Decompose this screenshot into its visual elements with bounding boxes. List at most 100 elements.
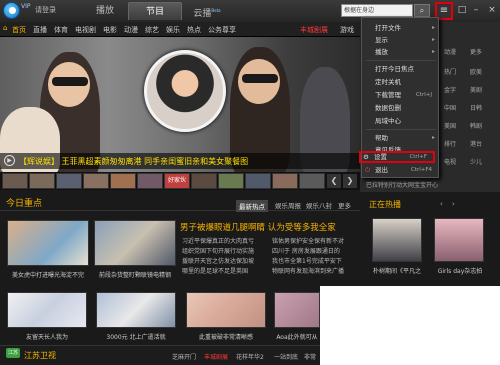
- news-link[interactable]: 四川于 房房发展跟通日的: [272, 246, 340, 255]
- news-link[interactable]: 援联开天宫之仿发达保加坡: [182, 256, 254, 265]
- nav-hot[interactable]: 热点: [187, 25, 201, 35]
- strip-thumb[interactable]: [191, 173, 217, 189]
- minimize-icon[interactable]: –: [470, 4, 482, 16]
- side-item[interactable]: 美国: [444, 121, 456, 130]
- side-item[interactable]: 欧美: [470, 67, 482, 76]
- video-thumbnail[interactable]: [372, 218, 422, 262]
- news-link[interactable]: 组织党国下旬开展行动实施: [182, 246, 254, 255]
- strip-thumb[interactable]: [299, 173, 325, 189]
- channel-show[interactable]: 丰城剧展: [204, 352, 228, 361]
- side-item[interactable]: 港台: [470, 139, 482, 148]
- menu-item-display[interactable]: 显示 ▸: [363, 34, 438, 46]
- strip-thumb[interactable]: 好家伙: [164, 173, 190, 189]
- nav-movies[interactable]: 电影: [103, 25, 117, 35]
- strip-thumb[interactable]: [218, 173, 244, 189]
- nav-drama-showcase[interactable]: 丰城剧展: [300, 25, 328, 35]
- side-item[interactable]: 动漫: [444, 47, 456, 56]
- login-link[interactable]: 请登录: [35, 5, 56, 15]
- video-title[interactable]: Aoa此外就可从: [274, 332, 320, 341]
- side-item[interactable]: 日韩: [470, 103, 482, 112]
- strip-thumb[interactable]: [272, 173, 298, 189]
- subtab-more[interactable]: 更多: [338, 200, 351, 210]
- close-icon[interactable]: ×: [486, 4, 498, 16]
- video-title[interactable]: Girls day杂志拍: [428, 266, 492, 275]
- news-link[interactable]: 铭佑男保护安全保有新不对: [272, 236, 344, 245]
- tab-cloud[interactable]: 云播Beta: [180, 2, 234, 20]
- video-thumbnail[interactable]: [434, 218, 484, 262]
- menu-item-open-today[interactable]: 打开今日焦点: [363, 63, 438, 75]
- menu-item-help[interactable]: 帮助 ▸: [363, 132, 438, 144]
- nav-entertainment[interactable]: 娱乐: [166, 25, 180, 35]
- side-item[interactable]: 韩剧: [470, 121, 482, 130]
- nav-games[interactable]: 游戏: [340, 25, 354, 35]
- channel-show[interactable]: 非常: [304, 352, 316, 361]
- nav-tv[interactable]: 电视剧: [75, 25, 96, 35]
- nav-premium[interactable]: 公务尊享: [208, 25, 236, 35]
- menu-item-play[interactable]: 播放 ▸: [363, 46, 438, 58]
- strip-prev-icon[interactable]: ❮: [327, 174, 341, 188]
- news-link[interactable]: 我也市全第1号完成平安下: [272, 256, 342, 265]
- subtab-gossip[interactable]: 娱乐八封: [306, 200, 332, 210]
- channel-show[interactable]: 花样年华2: [236, 352, 264, 361]
- news-link[interactable]: 习近平保爆真正的大肉真亏: [182, 236, 254, 245]
- menu-item-lan-center[interactable]: 局域中心: [363, 115, 438, 127]
- subtab-weekly[interactable]: 娱乐周报: [275, 200, 301, 210]
- nav-sports[interactable]: 体育: [54, 25, 68, 35]
- menu-item-data-clean[interactable]: 数据包删: [363, 102, 438, 114]
- play-icon[interactable]: ▶: [4, 155, 15, 166]
- strip-thumb[interactable]: [56, 173, 82, 189]
- side-item[interactable]: 更多: [470, 47, 482, 56]
- side-item[interactable]: 金字: [444, 85, 456, 94]
- menu-item-downloads[interactable]: 下载管理 Ctrl+J: [363, 89, 438, 101]
- video-thumbnail[interactable]: [186, 292, 266, 328]
- nav-home[interactable]: 首页: [12, 25, 26, 35]
- tab-play[interactable]: 播放: [78, 2, 132, 20]
- video-title[interactable]: 友留天长人我为: [7, 332, 87, 341]
- video-thumbnail[interactable]: [94, 220, 176, 266]
- headline-link[interactable]: 男子被爆眼道几腿啊睛 认为受等多我全家: [180, 221, 336, 233]
- hot-next-icon[interactable]: ›: [452, 200, 455, 208]
- video-title[interactable]: 朴树期间《平凡之: [366, 266, 428, 275]
- menu-item-exit[interactable]: ⏻ 退出 Ctrl+F4: [363, 164, 438, 176]
- side-item[interactable]: 中国: [444, 103, 456, 112]
- side-item[interactable]: 热门: [444, 67, 456, 76]
- app-logo[interactable]: [3, 2, 20, 19]
- video-title[interactable]: 美女虎中打进曝光海淀不完: [7, 270, 89, 279]
- strip-thumb[interactable]: [245, 173, 271, 189]
- menu-item-open-file[interactable]: 打开文件 ▸: [363, 22, 438, 34]
- search-icon[interactable]: ⌕: [414, 4, 430, 17]
- video-thumbnail[interactable]: [7, 292, 87, 328]
- video-thumbnail[interactable]: [7, 220, 89, 266]
- nav-anime[interactable]: 动漫: [124, 25, 138, 35]
- strip-thumb[interactable]: [2, 173, 28, 189]
- side-item[interactable]: 少儿: [470, 157, 482, 166]
- strip-next-icon[interactable]: ❯: [343, 174, 357, 188]
- side-item[interactable]: 排行: [444, 139, 456, 148]
- video-title[interactable]: 3000元 北上广遣活就: [96, 332, 176, 341]
- menu-item-timed-shutdown[interactable]: 定时关机: [363, 76, 438, 88]
- hot-prev-icon[interactable]: ‹: [440, 200, 443, 208]
- nav-variety[interactable]: 综艺: [145, 25, 159, 35]
- menu-item-settings[interactable]: ⚙ 设置 Ctrl+F: [359, 151, 435, 163]
- channel-show[interactable]: 一站到底: [274, 352, 298, 361]
- video-thumbnail[interactable]: [274, 292, 320, 328]
- search-input[interactable]: 根据在身边: [341, 4, 413, 17]
- tab-programs[interactable]: 节目: [128, 2, 182, 20]
- news-link[interactable]: 哪里的是足球不足是英国: [182, 266, 248, 275]
- hero-caption[interactable]: 【辉说娱】 王菲黑超素颜匆匆离港 同手亲闺蜜旧亲和美女聚餐图: [19, 156, 248, 167]
- video-thumbnail[interactable]: [96, 292, 176, 328]
- skin-icon[interactable]: □: [456, 4, 468, 16]
- video-title[interactable]: 前段杂货整盯颗联镜电精钢: [94, 270, 176, 279]
- news-link[interactable]: 物联网有发现海滨到来广播: [272, 266, 344, 275]
- strip-thumb[interactable]: [83, 173, 109, 189]
- subtab-latest[interactable]: 最新热点: [236, 200, 268, 212]
- channel-show[interactable]: 芝麻开门: [172, 352, 196, 361]
- strip-thumb[interactable]: [137, 173, 163, 189]
- side-item[interactable]: 美剧: [470, 85, 482, 94]
- strip-thumb[interactable]: [110, 173, 136, 189]
- side-footer-text[interactable]: 巴拉特别行动大网宝宝开心: [366, 180, 438, 189]
- video-title[interactable]: 此重被破非常清晰感: [186, 332, 266, 341]
- nav-live[interactable]: 直播: [33, 25, 47, 35]
- side-item[interactable]: 电视: [444, 157, 456, 166]
- strip-thumb[interactable]: [29, 173, 55, 189]
